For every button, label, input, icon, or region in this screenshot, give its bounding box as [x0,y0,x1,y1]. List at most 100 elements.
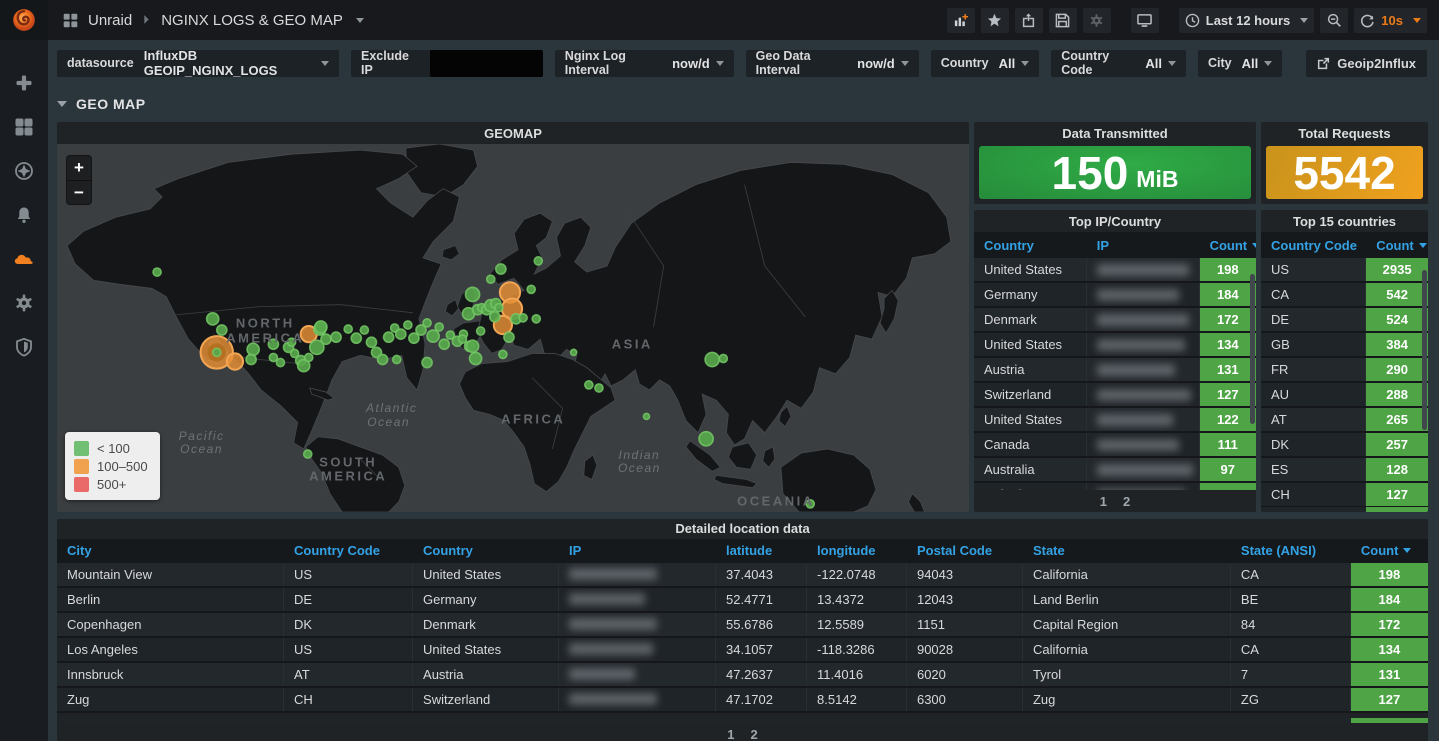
data-transmitted-title[interactable]: Data Transmitted [974,122,1256,144]
nginx-log-interval-label: Nginx Log Interval [565,49,662,77]
column-header-longitude[interactable]: longitude [807,543,907,558]
top-ip-country-title[interactable]: Top IP/Country [974,210,1256,232]
table-body: United States 198 Germany 184 [974,258,1256,490]
map-label: Indian [619,448,661,462]
country-dropdown[interactable]: Country All [931,50,1040,77]
exclude-ip-field[interactable]: Exclude IP [351,50,543,77]
redacted-ip [569,618,657,630]
map-zoom-out-button[interactable]: − [67,180,91,204]
column-header-postal-code[interactable]: Postal Code [907,543,1023,558]
redacted-ip [1097,264,1189,276]
breadcrumb-app[interactable]: Unraid [88,12,132,29]
grafana-app: Unraid NGINX LOGS & GEO MAP [0,0,1439,741]
map-label: AMERICA [226,331,304,346]
table-row: Denmark 172 [974,308,1256,333]
top-15-countries-panel: Top 15 countries Country Code Count US 2… [1261,210,1428,512]
city-dropdown[interactable]: City All [1198,50,1282,77]
column-header-state-ansi[interactable]: State (ANSI) [1231,543,1351,558]
redacted-ip [1097,464,1193,476]
column-header-count[interactable]: Count [1200,238,1256,253]
column-header-ip[interactable]: IP [1087,238,1200,253]
column-header-city[interactable]: City [57,543,284,558]
country-code-label: Country Code [1061,49,1135,77]
map-label: Pacific [179,429,225,443]
map-label: Atlantic [366,401,417,415]
column-header-latitude[interactable]: latitude [716,543,807,558]
configuration-gear-icon[interactable] [7,286,41,320]
scrollbar-thumb[interactable] [1250,274,1255,424]
column-header-count[interactable]: Count [1351,543,1428,558]
map-label: SOUTH [319,455,377,470]
map-zoom-in-button[interactable]: + [67,156,91,180]
map-legend: < 100 100–500 500+ [65,432,160,500]
filter-bar: datasource InfluxDB GEOIP_NGINX_LOGS Exc… [48,40,1439,86]
scrollbar-thumb[interactable] [1422,270,1427,430]
redacted-ip [569,668,635,680]
chevron-down-icon [901,61,909,66]
add-icon[interactable] [7,66,41,100]
column-header-country-code[interactable]: Country Code [1261,238,1366,253]
time-range-picker[interactable]: Last 12 hours [1179,8,1315,33]
table-row: Zug CH Switzerland 47.1702 8.5142 6300 Z… [57,688,1428,713]
table-row: FR 290 [1261,358,1428,383]
section-geo-map[interactable]: GEO MAP [57,92,1428,116]
column-header-state[interactable]: State [1023,543,1231,558]
dashboard: GEO MAP GEOMAP [48,86,1439,741]
map-zoom-control: + − [67,156,91,204]
page-button[interactable]: 2 [751,727,758,741]
page-title[interactable]: NGINX LOGS & GEO MAP [161,12,343,29]
table-header: City Country Code Country IP latitude lo… [57,539,1428,563]
breadcrumb: Unraid NGINX LOGS & GEO MAP [62,12,364,29]
table-row: AT 265 [1261,408,1428,433]
refresh-picker[interactable]: 10s [1354,8,1427,33]
cycle-view-monitor-button[interactable] [1131,8,1159,33]
share-button[interactable] [1015,8,1043,33]
column-header-count[interactable]: Count [1366,238,1428,253]
title-caret-icon[interactable] [356,18,364,23]
nginx-log-interval-dropdown[interactable]: Nginx Log Interval now/d [555,50,734,77]
zoom-out-time-button[interactable] [1320,8,1348,33]
explore-compass-icon[interactable] [7,154,41,188]
page-button[interactable]: 2 [1123,494,1130,509]
grafana-logo-icon[interactable] [0,0,48,40]
external-link-icon [1317,57,1330,70]
world-map[interactable]: NORTHAMERICAAtlanticOceanPacificOceanSOU… [57,144,969,512]
page-button[interactable]: 1 [1100,494,1107,509]
time-range-caret-icon [1300,18,1308,23]
star-button[interactable] [981,8,1009,33]
legend-swatch-red [74,477,89,492]
alerting-bell-icon[interactable] [7,198,41,232]
map-label: Ocean [180,442,223,456]
column-header-country[interactable]: Country [413,543,559,558]
column-header-country-code[interactable]: Country Code [284,543,413,558]
clock-icon [1185,13,1200,28]
map-labels: NORTHAMERICAAtlanticOceanPacificOceanSOU… [57,144,969,512]
sort-desc-icon [1403,548,1411,553]
legend-swatch-green [74,441,89,456]
country-code-dropdown[interactable]: Country Code All [1051,50,1186,77]
page-button[interactable]: 1 [727,727,734,741]
settings-gear-button[interactable] [1083,8,1111,33]
redacted-ip [1097,389,1191,401]
table-row: United States 122 [974,408,1256,433]
exclude-ip-label: Exclude IP [361,49,420,77]
add-panel-button[interactable] [947,8,975,33]
total-requests-value: 5542 [1266,146,1423,199]
datasource-dropdown[interactable]: datasource InfluxDB GEOIP_NGINX_LOGS [57,50,339,77]
column-header-ip[interactable]: IP [559,543,716,558]
dashboards-icon[interactable] [7,110,41,144]
table-row: US 2935 [1261,258,1428,283]
exclude-ip-input[interactable] [430,50,543,77]
detailed-location-title[interactable]: Detailed location data [57,519,1428,539]
geoip2influx-link[interactable]: Geoip2Influx [1306,50,1427,77]
top-15-countries-title[interactable]: Top 15 countries [1261,210,1428,232]
geomap-panel-title[interactable]: GEOMAP [57,122,969,144]
save-button[interactable] [1049,8,1077,33]
cloudflare-plugin-icon[interactable] [7,242,41,276]
column-header-country[interactable]: Country [974,238,1087,253]
geo-data-interval-dropdown[interactable]: Geo Data Interval now/d [746,50,919,77]
server-admin-shield-icon[interactable] [7,330,41,364]
section-title: GEO MAP [76,96,146,112]
map-label: Ocean [618,461,661,475]
total-requests-title[interactable]: Total Requests [1261,122,1428,144]
